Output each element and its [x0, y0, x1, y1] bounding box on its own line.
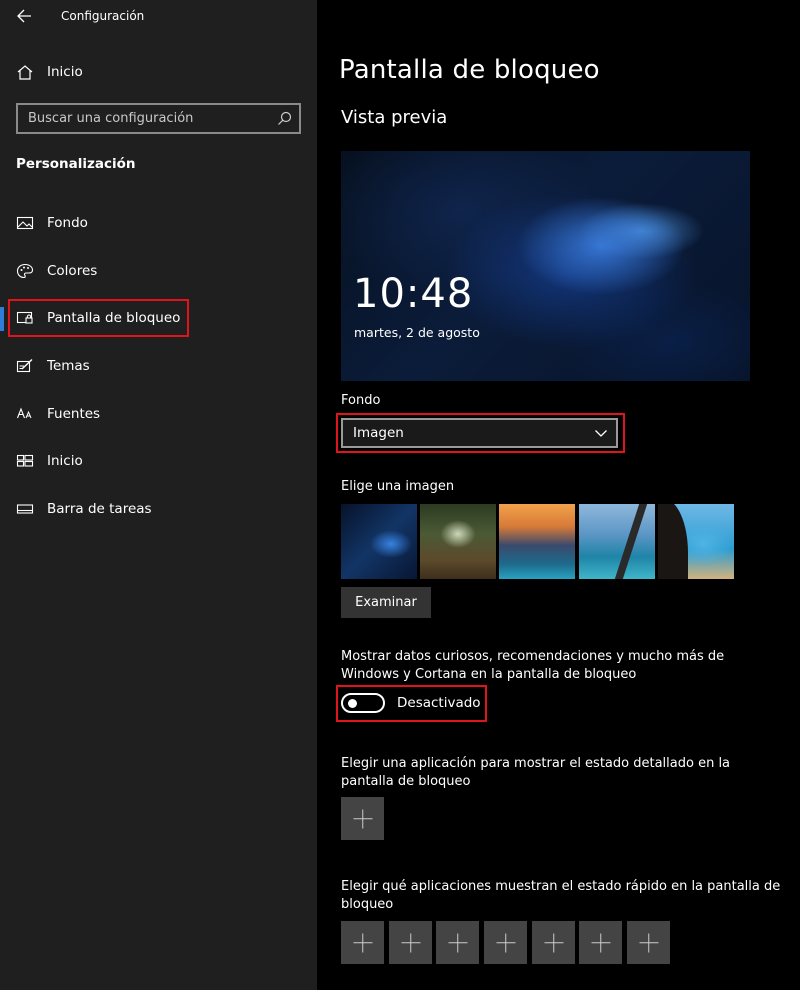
sidebar-item-label: Inicio [47, 453, 83, 469]
sidebar-item-label: Inicio [47, 64, 83, 80]
sidebar-item-colors[interactable]: Colores [0, 252, 317, 290]
add-detailed-status-app-button[interactable] [341, 797, 384, 840]
fonts-icon [16, 407, 32, 419]
sidebar-item-label: Fondo [47, 215, 88, 231]
sidebar-item-label: Fuentes [47, 406, 101, 422]
add-quick-status-app-button[interactable] [532, 921, 575, 964]
image-icon [16, 216, 34, 230]
taskbar-icon [16, 504, 34, 514]
lock-screen-preview: 10:48 martes, 2 de agosto [341, 151, 750, 381]
sidebar-item-background[interactable]: Fondo [0, 204, 317, 242]
add-quick-status-app-button[interactable] [341, 921, 384, 964]
image-thumbnail[interactable] [579, 504, 655, 579]
preview-time: 10:48 [353, 271, 474, 317]
sidebar-item-label: Colores [47, 263, 98, 279]
palette-icon [16, 263, 34, 279]
main-content: Pantalla de bloqueo Vista previa 10:48 m… [317, 0, 800, 990]
browse-button[interactable]: Examinar [341, 587, 431, 618]
image-thumbnail[interactable] [499, 504, 575, 579]
fun-facts-description: Mostrar datos curiosos, recomendaciones … [341, 649, 725, 682]
home-icon [17, 65, 33, 80]
highlight-box [336, 413, 625, 453]
section-header: Personalización [16, 156, 136, 172]
search-icon[interactable] [277, 111, 292, 126]
add-quick-status-app-button[interactable] [627, 921, 670, 964]
image-thumbnail[interactable] [341, 504, 417, 579]
sidebar-item-start[interactable]: Inicio [0, 442, 317, 480]
add-quick-status-app-button[interactable] [579, 921, 622, 964]
highlight-box [8, 299, 189, 337]
choose-image-label: Elige una imagen [341, 479, 455, 494]
search-box[interactable] [16, 103, 301, 134]
preview-heading: Vista previa [341, 107, 448, 128]
sidebar-item-label: Barra de tareas [47, 501, 152, 517]
add-quick-status-app-button[interactable] [389, 921, 432, 964]
sidebar-item-label: Temas [47, 358, 90, 374]
title-bar: Configuración [0, 0, 317, 34]
add-quick-status-app-button[interactable] [436, 921, 479, 964]
image-thumbnail[interactable] [420, 504, 496, 579]
detailed-status-description: Elegir una aplicación para mostrar el es… [341, 756, 731, 789]
back-arrow-icon [17, 9, 31, 23]
preview-date: martes, 2 de agosto [354, 325, 480, 340]
app-title: Configuración [61, 9, 145, 23]
add-quick-status-app-button[interactable] [484, 921, 527, 964]
search-input[interactable] [28, 105, 268, 132]
sidebar-item-home[interactable]: Inicio [0, 56, 317, 88]
quick-status-description: Elegir qué aplicaciones muestran el esta… [341, 879, 781, 912]
themes-icon [16, 358, 33, 373]
sidebar-item-themes[interactable]: Temas [0, 347, 317, 385]
back-button[interactable] [14, 6, 36, 26]
highlight-box [336, 685, 487, 722]
start-icon [16, 454, 34, 467]
background-label: Fondo [341, 393, 381, 408]
page-title: Pantalla de bloqueo [339, 55, 600, 85]
image-thumbnail[interactable] [658, 504, 734, 579]
sidebar-item-fonts[interactable]: Fuentes [0, 395, 317, 433]
sidebar: Configuración Inicio Personalización Fon… [0, 0, 317, 990]
sidebar-item-taskbar[interactable]: Barra de tareas [0, 490, 317, 528]
